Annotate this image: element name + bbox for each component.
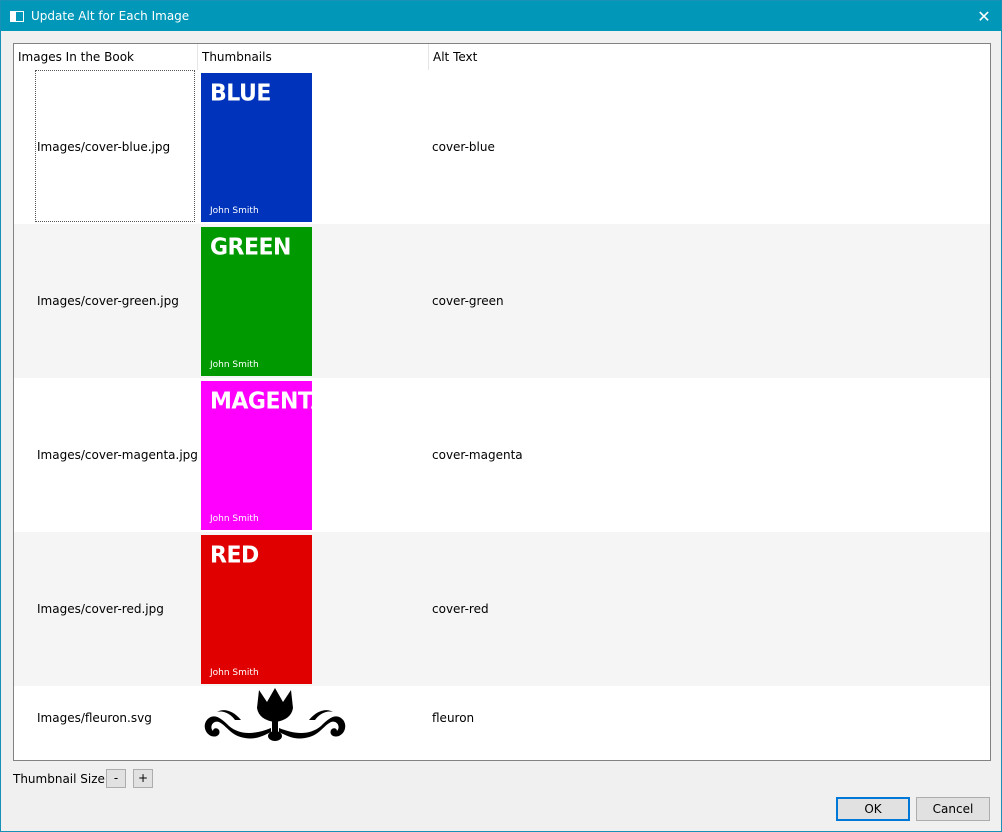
alt-text-cell[interactable]: cover-red (432, 602, 489, 616)
cover-title: GREEN (210, 234, 291, 261)
column-header-images[interactable]: Images In the Book (14, 44, 197, 70)
image-path[interactable]: Images/cover-blue.jpg (37, 140, 170, 154)
image-table: Images In the Book Thumbnails Alt Text I… (13, 43, 991, 761)
alt-text-cell[interactable]: cover-magenta (432, 448, 523, 462)
table-row[interactable]: Images/cover-red.jpg RED John Smith cove… (14, 532, 990, 686)
image-path[interactable]: Images/cover-magenta.jpg (37, 448, 198, 462)
close-button[interactable]: ✕ (967, 1, 1001, 31)
table-row[interactable]: Images/cover-green.jpg GREEN John Smith … (14, 224, 990, 378)
alt-text-cell[interactable]: fleuron (432, 711, 474, 725)
column-header-alt-text[interactable]: Alt Text (428, 44, 990, 70)
thumbnail-size-increase-button[interactable]: + (133, 769, 153, 788)
cancel-button[interactable]: Cancel (916, 797, 990, 821)
cover-author: John Smith (210, 206, 259, 216)
cover-title: RED (210, 542, 259, 569)
cover-author: John Smith (210, 514, 259, 524)
dialog-window: Update Alt for Each Image ✕ Images In th… (0, 0, 1002, 832)
ok-button[interactable]: OK (836, 797, 910, 821)
thumbnail-size-decrease-button[interactable]: - (106, 769, 126, 788)
cover-author: John Smith (210, 360, 259, 370)
table-row[interactable]: Images/fleuron.svg fleuron (14, 686, 990, 749)
table-row[interactable]: Images/cover-blue.jpg BLUE John Smith co… (14, 70, 990, 224)
thumbnail-cover-magenta: MAGENTA John Smith (201, 381, 312, 530)
alt-text-cell[interactable]: cover-blue (432, 140, 495, 154)
thumbnail-cover-green: GREEN John Smith (201, 227, 312, 376)
table-header: Images In the Book Thumbnails Alt Text (14, 44, 990, 70)
image-path[interactable]: Images/cover-red.jpg (37, 602, 164, 616)
fleuron-ornament-icon (201, 686, 351, 746)
alt-text-cell[interactable]: cover-green (432, 294, 504, 308)
thumbnail-size-label: Thumbnail Size (13, 772, 105, 786)
window-app-icon (10, 11, 24, 22)
cover-author: John Smith (210, 668, 259, 678)
cover-title: MAGENTA (210, 388, 312, 415)
cover-title: BLUE (210, 80, 271, 107)
title-bar: Update Alt for Each Image ✕ (1, 1, 1001, 31)
thumbnail-cover-red: RED John Smith (201, 535, 312, 684)
image-path[interactable]: Images/cover-green.jpg (37, 294, 179, 308)
table-row[interactable]: Images/cover-magenta.jpg MAGENTA John Sm… (14, 378, 990, 532)
image-path[interactable]: Images/fleuron.svg (37, 711, 152, 725)
window-title: Update Alt for Each Image (31, 9, 190, 23)
column-header-thumbnails[interactable]: Thumbnails (197, 44, 428, 70)
thumbnail-cover-blue: BLUE John Smith (201, 73, 312, 222)
